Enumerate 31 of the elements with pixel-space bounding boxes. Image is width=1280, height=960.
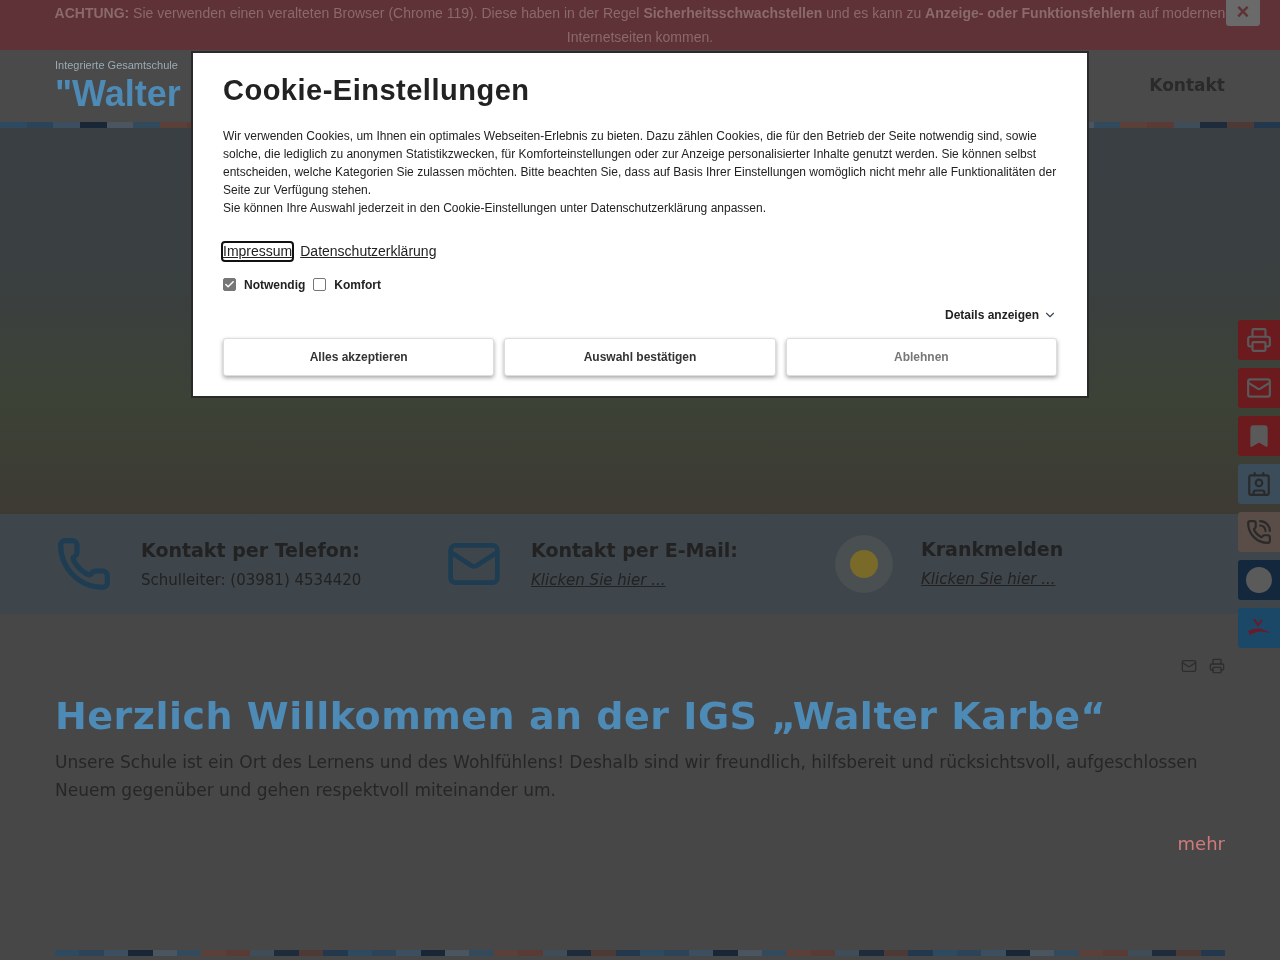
side-button[interactable]: [1238, 368, 1280, 408]
person-phone-icon: [1246, 519, 1272, 545]
phone-icon: [56, 536, 112, 592]
school-subtitle: Integrierte Gesamtschule: [55, 58, 179, 73]
side-button[interactable]: [1238, 560, 1280, 600]
mail-icon[interactable]: [1181, 658, 1197, 674]
printer-icon: [1246, 327, 1272, 353]
checkbox-label: Komfort: [334, 276, 381, 294]
dialog-text: Sie können Ihre Auswahl jederzeit in den Cookie-Einstellungen unter Datenschutzerklärung anpassen.: [223, 199, 767, 217]
article-title: Herzlich Willkommen an der IGS „Walter Karbe“: [55, 693, 1108, 740]
dialog-button[interactable]: Ablehnen: [785, 337, 1057, 376]
checkbox[interactable]: [313, 278, 327, 291]
dialog-link[interactable]: Impressum: [223, 242, 293, 260]
dialog-button[interactable]: Alles akzeptieren: [223, 337, 495, 376]
dialog-link[interactable]: Datenschutzerklärung: [300, 242, 437, 260]
side-button[interactable]: [1238, 608, 1280, 648]
school-title: "Walter: [55, 73, 181, 115]
checkbox-label: Notwendig: [244, 276, 306, 294]
dialog-text: Wir verwenden Cookies, um Ihnen ein optimales Webseiten-Erlebnis zu bieten. Dazu zählen Cookies, die für den Betrieb der Seite notwendig sind, sowie solche, die lediglich zu anonymen Statistikzwecken, für Komforteinstellungen oder zur Anzeige personalisierter Inhalte genutzt werden. Sie können selbst entscheiden, welche Kategorien Sie zulassen möchten. Bitte beachten Sie, dass auf Basis Ihrer Einstellungen womöglich nicht mehr alle Funktionalitäten der Seite zur Verfügung stehen.: [223, 127, 1057, 199]
side-button[interactable]: [1238, 416, 1280, 456]
warning-text: ACHTUNG: Sie verwenden einen veralteten Browser (Chrome 119). Diese haben in der Regel Sicherheitsschwachstellen und es kann zu Anzeige- oder Funktionsfehlern auf modernen Internetseiten kommen.: [53, 4, 1227, 47]
more-link[interactable]: mehr: [1177, 830, 1225, 857]
side-button[interactable]: [1238, 320, 1280, 360]
print-icon[interactable]: [1209, 658, 1225, 674]
mail-icon: [1246, 375, 1272, 401]
details-toggle[interactable]: Details anzeigen: [944, 305, 1057, 324]
side-button[interactable]: [1238, 464, 1280, 504]
contact-card-icon: [1246, 471, 1272, 497]
side-button[interactable]: [1238, 512, 1280, 552]
dialog-title: Cookie-Einstellungen: [223, 73, 531, 108]
dialog-button[interactable]: Auswahl bestätigen: [504, 337, 776, 376]
